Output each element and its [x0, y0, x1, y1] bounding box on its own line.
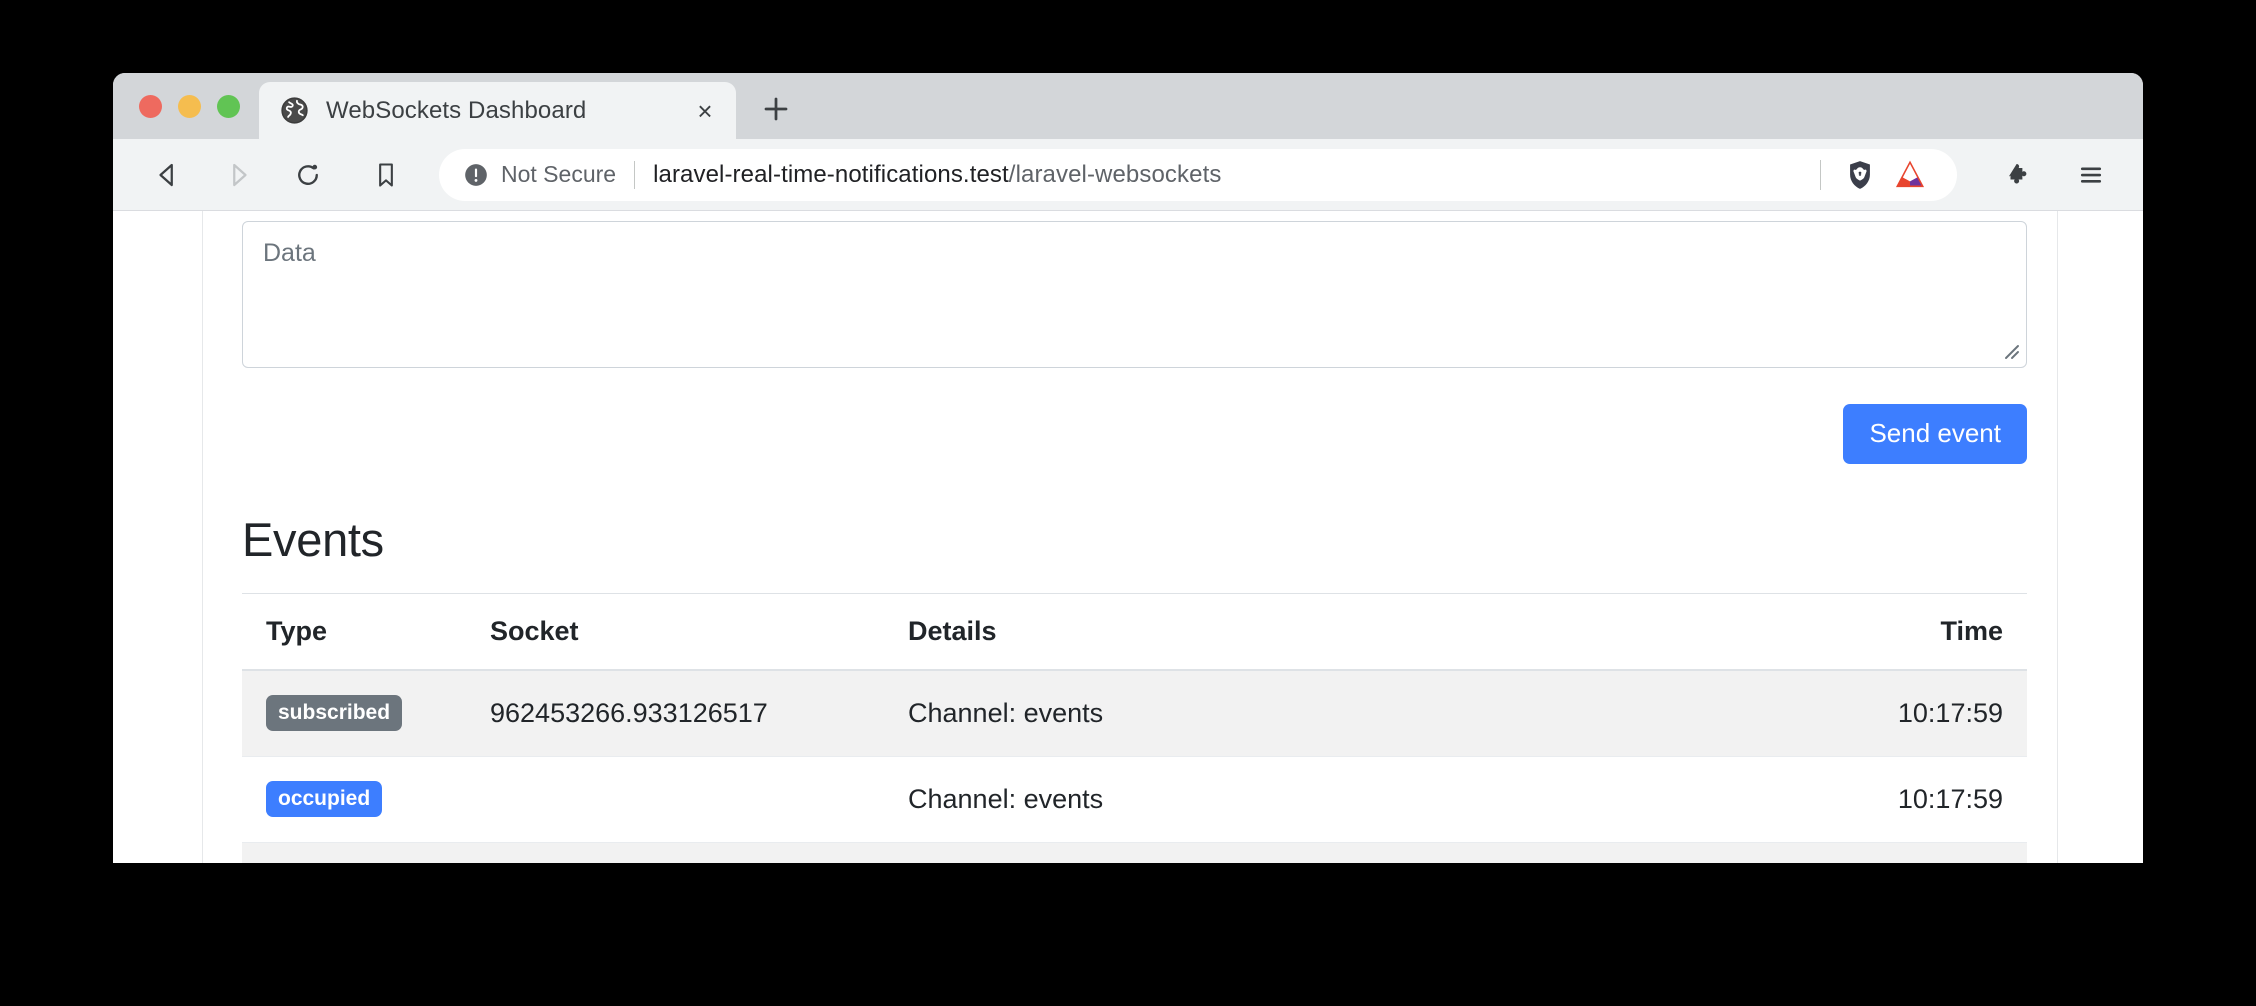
close-tab-icon[interactable]: ×	[688, 94, 722, 128]
url-host: laravel-real-time-notifications.test	[653, 160, 1009, 188]
event-socket-cell: 962453266.933126517	[490, 670, 908, 757]
event-time-cell: 10:17:59	[1728, 756, 2027, 843]
events-table-body: subscribed 962453266.933126517 Channel: …	[242, 670, 2027, 863]
status-badge: occupied	[266, 781, 383, 817]
table-row-partial	[242, 842, 2027, 863]
browser-tab[interactable]: WebSockets Dashboard ×	[259, 82, 736, 139]
column-header-time: Time	[1728, 593, 2027, 671]
event-time-cell-partial	[1728, 842, 2027, 863]
events-table: Type Socket Details Time subscribed 9624…	[242, 593, 2027, 863]
minimize-window-button[interactable]	[178, 94, 201, 118]
tab-title: WebSockets Dashboard	[326, 96, 587, 124]
puzzle-piece-icon	[2009, 163, 2027, 183]
globe-favicon-icon	[281, 97, 308, 124]
events-heading: Events	[242, 513, 384, 566]
back-arrow-icon	[159, 163, 173, 186]
event-details-cell-partial	[908, 842, 1728, 863]
security-status-label: Not Secure	[501, 161, 617, 187]
bat-rewards-icon[interactable]	[1893, 158, 1927, 192]
bookmark-icon	[379, 162, 393, 187]
toolbar-actions	[1989, 147, 2119, 203]
event-socket-cell	[490, 756, 908, 843]
event-type-cell: occupied	[242, 756, 490, 843]
reload-button[interactable]	[281, 148, 335, 202]
brave-shields-icon[interactable]	[1843, 158, 1877, 192]
send-event-button[interactable]: Send event	[1843, 404, 2027, 464]
extensions-button[interactable]	[1989, 147, 2045, 203]
page-viewport: Send event Events Type Socket Details Ti…	[113, 211, 2143, 863]
bookmark-button[interactable]	[359, 148, 413, 202]
data-input[interactable]	[242, 221, 2027, 368]
event-details-cell: Channel: events	[908, 670, 1728, 757]
reload-icon	[298, 164, 318, 185]
not-secure-icon[interactable]	[463, 162, 489, 188]
window-controls	[131, 73, 250, 139]
address-bar[interactable]: Not Secure laravel-real-time-notificatio…	[439, 148, 1957, 201]
omnibox-action-divider	[1820, 159, 1821, 190]
event-type-cell-partial	[242, 842, 490, 863]
close-window-button[interactable]	[139, 94, 162, 118]
browser-menu-button[interactable]	[2063, 147, 2119, 203]
url-path: /laravel-websockets	[1008, 160, 1222, 188]
column-header-details: Details	[908, 593, 1728, 671]
forward-button[interactable]	[211, 148, 265, 202]
column-header-type: Type	[242, 593, 490, 671]
maximize-window-button[interactable]	[217, 94, 240, 118]
hamburger-menu-icon	[2080, 166, 2102, 183]
back-button[interactable]	[141, 148, 195, 202]
table-row: subscribed 962453266.933126517 Channel: …	[242, 670, 2027, 757]
forward-arrow-icon	[233, 163, 247, 186]
event-time-cell: 10:17:59	[1728, 670, 2027, 757]
event-details-cell: Channel: events	[908, 756, 1728, 843]
tab-strip: WebSockets Dashboard ×	[113, 73, 2143, 139]
url-text: laravel-real-time-notifications.test/lar…	[653, 161, 1820, 189]
send-event-row: Send event	[242, 404, 2027, 464]
events-table-head: Type Socket Details Time	[242, 593, 2027, 671]
column-header-socket: Socket	[490, 593, 908, 671]
omnibox-separator	[634, 160, 636, 189]
browser-toolbar: Not Secure laravel-real-time-notificatio…	[113, 139, 2143, 211]
status-badge: subscribed	[266, 695, 403, 731]
content-right-border	[2057, 211, 2058, 863]
plus-icon	[764, 97, 788, 121]
table-row: occupied Channel: events 10:17:59	[242, 756, 2027, 843]
events-table-header-row: Type Socket Details Time	[242, 593, 2027, 671]
event-type-cell: subscribed	[242, 670, 490, 757]
omnibox-actions	[1820, 158, 1943, 192]
content-left-border	[202, 211, 203, 863]
new-tab-button[interactable]	[750, 83, 802, 135]
event-socket-cell-partial	[490, 842, 908, 863]
dashboard-container: Send event Events Type Socket Details Ti…	[242, 211, 2057, 863]
browser-window: WebSockets Dashboard × Not Secure larave…	[113, 73, 2143, 863]
